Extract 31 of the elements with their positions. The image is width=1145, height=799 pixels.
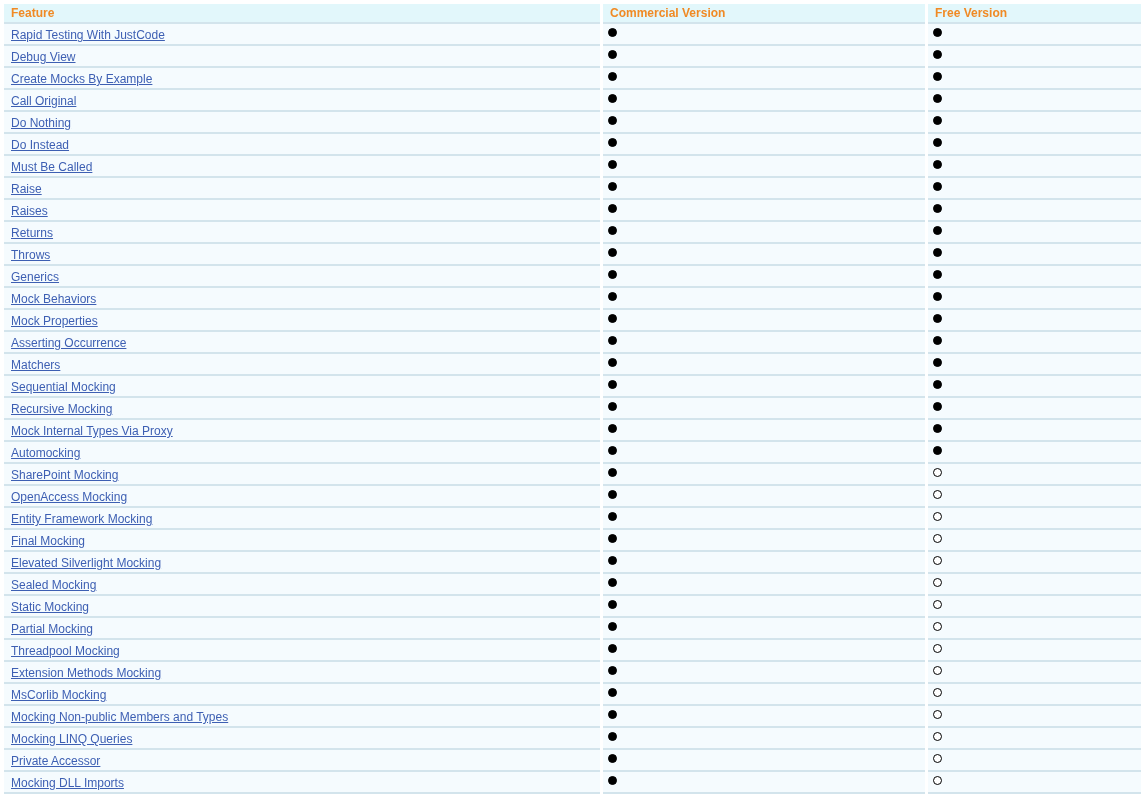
feature-link[interactable]: Mocking LINQ Queries bbox=[11, 729, 133, 749]
feature-link[interactable]: Mock Properties bbox=[11, 311, 98, 331]
column-header: Commercial Version bbox=[603, 4, 925, 24]
feature-link[interactable]: Do Nothing bbox=[11, 113, 72, 133]
feature-link[interactable]: Threadpool Mocking bbox=[11, 641, 120, 661]
feature-link[interactable]: Returns bbox=[11, 223, 54, 243]
feature-link[interactable]: SharePoint Mocking bbox=[11, 465, 119, 485]
feature-link[interactable]: Recursive Mocking bbox=[11, 399, 113, 419]
column-header: Feature bbox=[4, 4, 600, 24]
feature-link[interactable]: Raises bbox=[11, 201, 48, 221]
feature-link[interactable]: Do Instead bbox=[11, 135, 70, 155]
feature-link[interactable]: Throws bbox=[11, 245, 51, 265]
feature-link[interactable]: Generics bbox=[11, 267, 60, 287]
feature-link[interactable]: Matchers bbox=[11, 355, 61, 375]
feature-link[interactable]: Raise bbox=[11, 179, 42, 199]
feature-link[interactable]: Automocking bbox=[11, 443, 81, 463]
column-header: Free Version bbox=[928, 4, 1141, 24]
feature-link[interactable]: Static Mocking bbox=[11, 597, 90, 617]
feature-link[interactable]: Mock Behaviors bbox=[11, 289, 97, 309]
feature-link[interactable]: Private Accessor bbox=[11, 751, 101, 771]
feature-link[interactable]: Sequential Mocking bbox=[11, 377, 116, 397]
feature-link[interactable]: Asserting Occurrence bbox=[11, 333, 127, 353]
feature-link[interactable]: Mocking DLL Imports bbox=[11, 773, 124, 793]
feature-link[interactable]: Debug View bbox=[11, 47, 76, 67]
feature-link[interactable]: MsCorlib Mocking bbox=[11, 685, 107, 705]
feature-link[interactable]: Sealed Mocking bbox=[11, 575, 97, 595]
feature-link[interactable]: Final Mocking bbox=[11, 531, 86, 551]
feature-link[interactable]: Call Original bbox=[11, 91, 77, 111]
feature-link[interactable]: Partial Mocking bbox=[11, 619, 94, 639]
feature-link[interactable]: OpenAccess Mocking bbox=[11, 487, 128, 507]
feature-link[interactable]: Must Be Called bbox=[11, 157, 93, 177]
